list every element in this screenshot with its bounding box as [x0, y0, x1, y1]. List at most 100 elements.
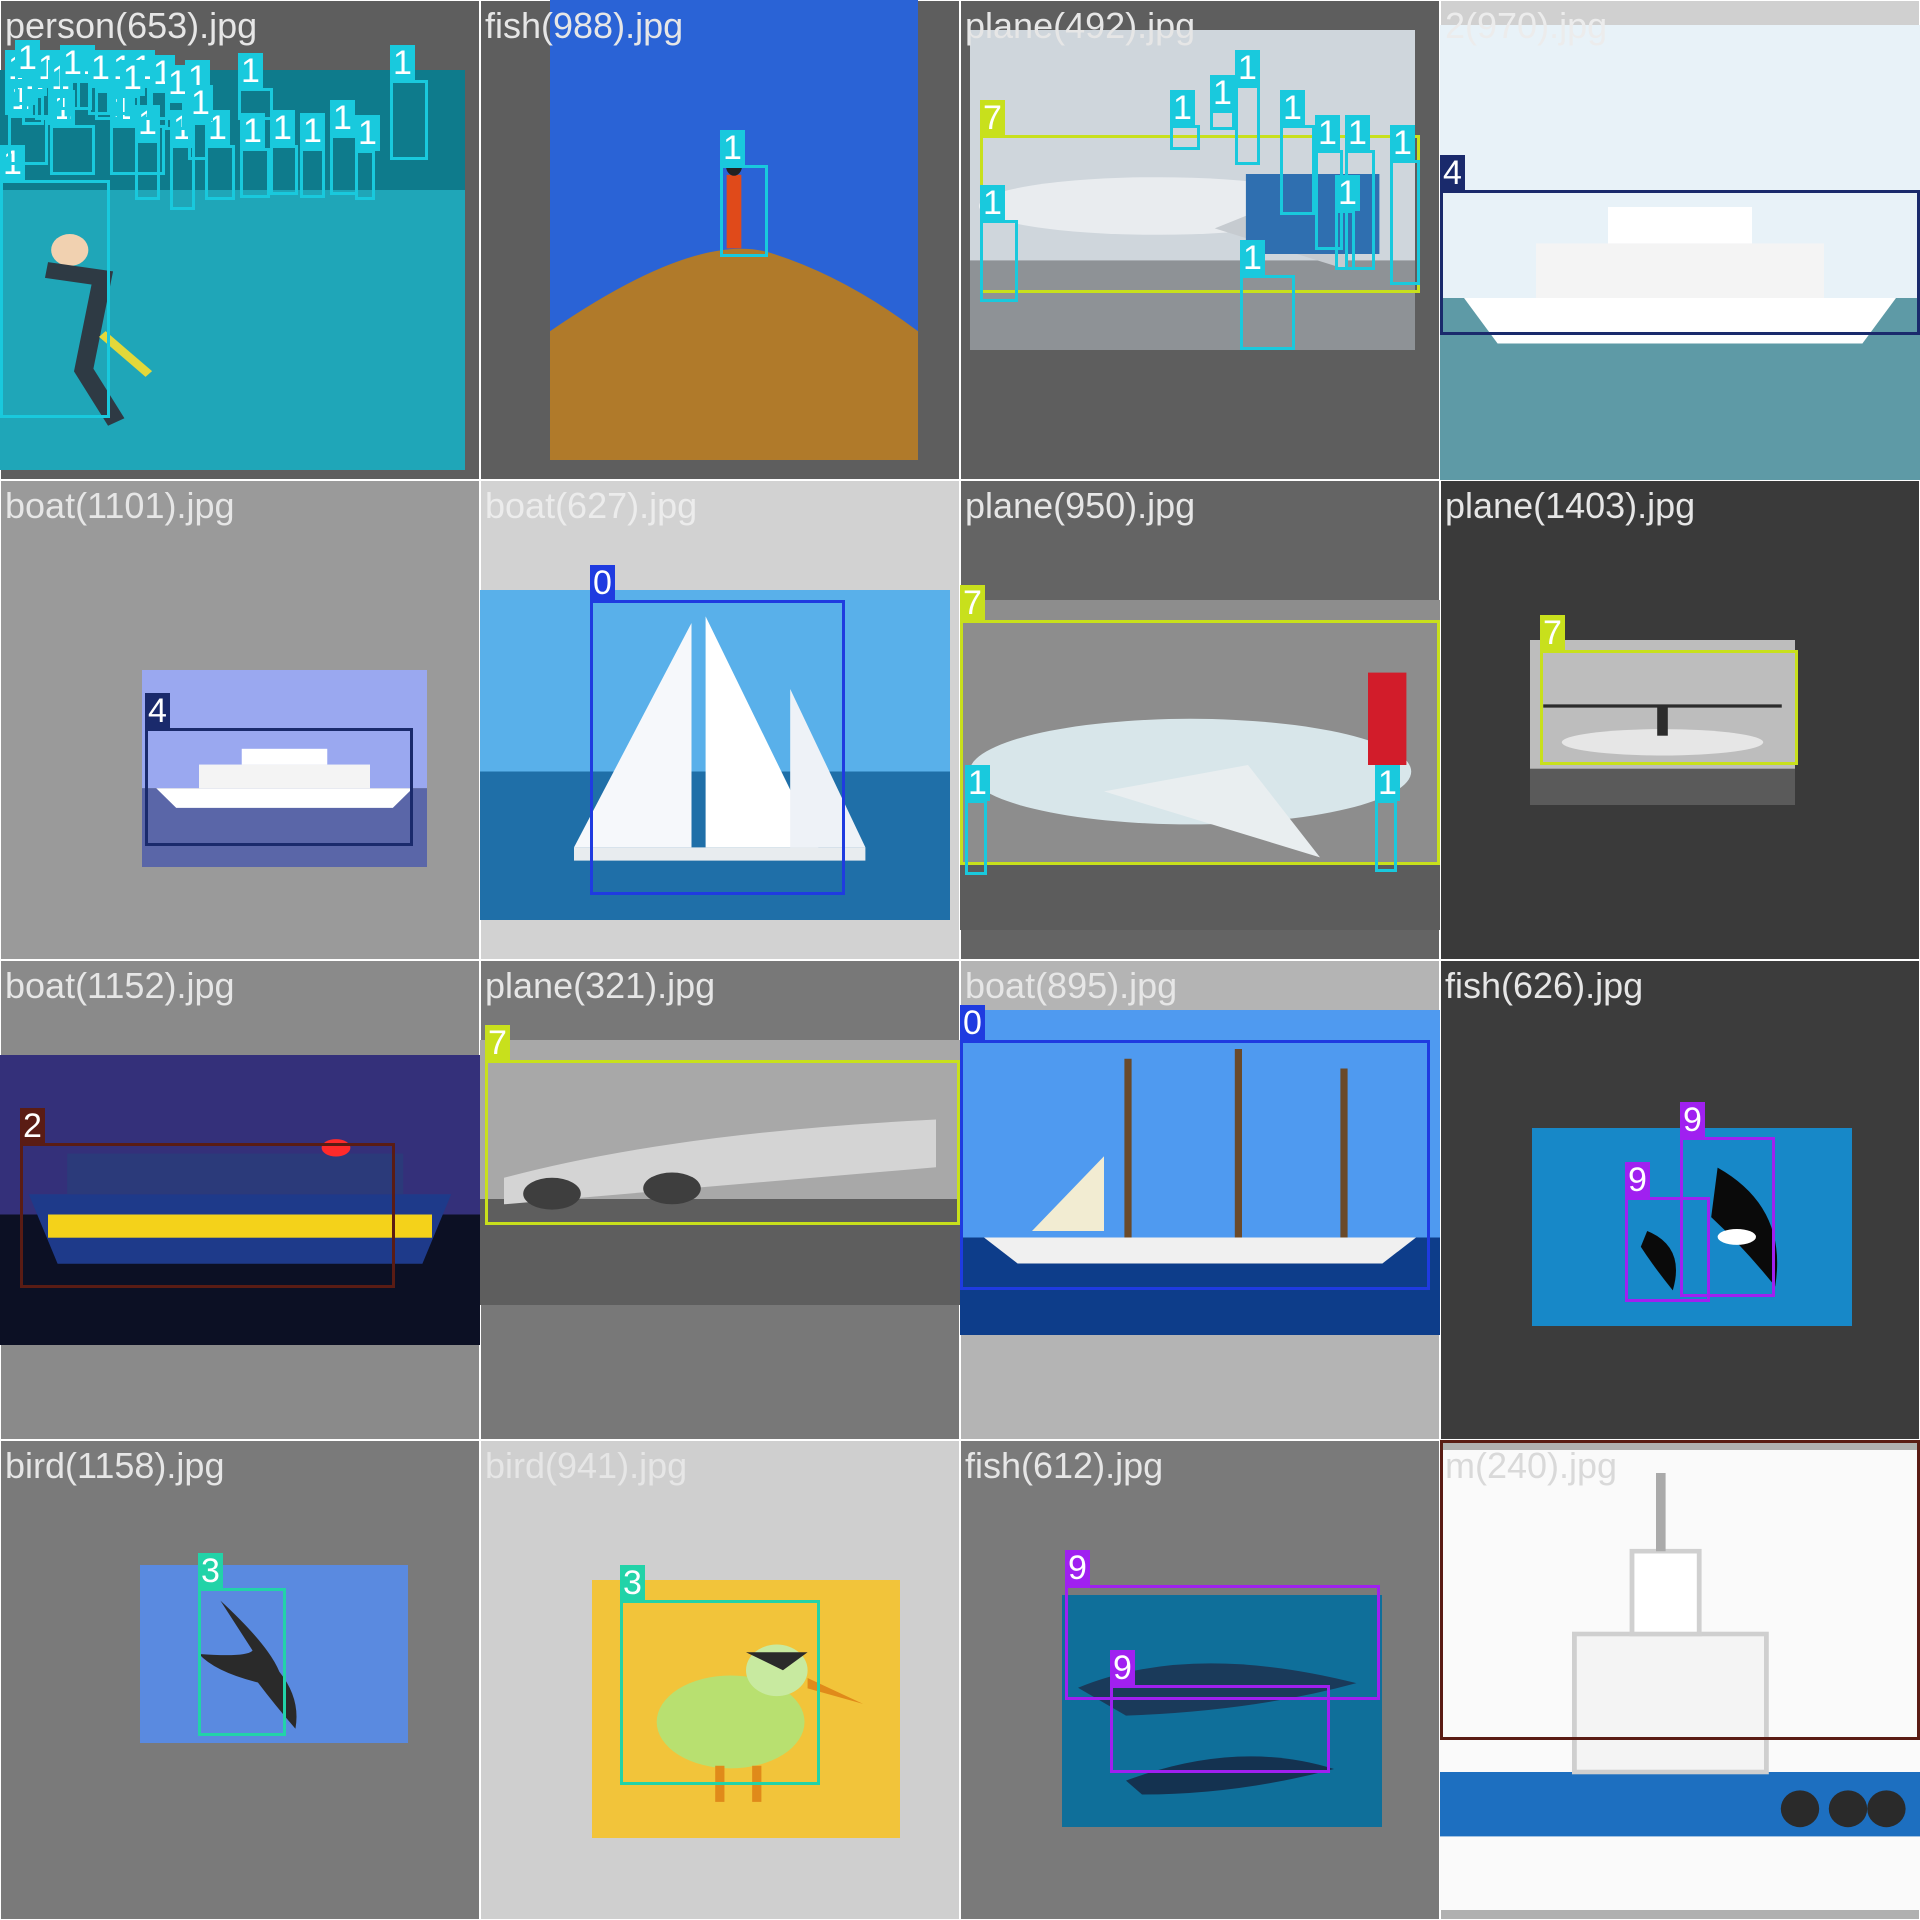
class-label: 4 — [145, 693, 170, 729]
class-label: 2 — [20, 1108, 45, 1144]
detection-box: 1 — [15, 40, 40, 105]
detection-box: 1 — [390, 45, 428, 160]
detection-box: 1 — [1280, 90, 1315, 215]
detection-box: 4 — [145, 693, 413, 846]
detection-box: 3 — [620, 1565, 820, 1785]
detection-box: 1 — [1335, 175, 1360, 270]
class-label: 9 — [1110, 1650, 1135, 1686]
tile: 9 9 fish(612).jpg — [960, 1440, 1440, 1920]
tile: 2 m(240).jpg — [1440, 1440, 1920, 1920]
detection-box: 1 — [330, 100, 358, 195]
filename-label: boat(627).jpg — [485, 485, 698, 526]
class-label: 7 — [1540, 615, 1565, 651]
filename-label: fish(626).jpg — [1445, 965, 1644, 1006]
tile: 4 boat(1101).jpg — [0, 480, 480, 960]
class-label: 1 — [1345, 115, 1370, 151]
class-label: 0 — [960, 1005, 985, 1041]
class-label: 1 — [120, 60, 145, 96]
class-label: 1 — [1170, 90, 1195, 126]
class-label: 1 — [1280, 90, 1305, 126]
filename-label: fish(612).jpg — [965, 1445, 1164, 1486]
class-label: 1 — [720, 130, 745, 166]
filename-label: bird(1158).jpg — [5, 1445, 225, 1486]
class-label: 1 — [965, 765, 990, 801]
filename-label: plane(1403).jpg — [1445, 485, 1696, 526]
tile: 2 boat(1152).jpg — [0, 960, 480, 1440]
tile: 1 fish(988).jpg — [480, 0, 960, 480]
class-label: 1 — [240, 113, 265, 149]
filename-label: plane(321).jpg — [485, 965, 716, 1006]
class-label: 1 — [1235, 50, 1260, 86]
filename-label: plane(492).jpg — [965, 5, 1196, 46]
detection-box: 1 — [50, 90, 95, 175]
detection-box: 7 — [960, 585, 1440, 865]
class-label: 1 — [270, 110, 295, 146]
class-label: 1 — [1375, 765, 1400, 801]
tile: 3 bird(941).jpg — [480, 1440, 960, 1920]
class-label: 1 — [188, 85, 213, 121]
class-label: 9 — [1625, 1162, 1650, 1198]
class-label: 7 — [960, 585, 985, 621]
class-label: 3 — [198, 1553, 223, 1589]
filename-label: bird(941).jpg — [485, 1445, 688, 1486]
tile: 7 1 1 1 1 1 1 1 1 1 1 plane(492).jpg — [960, 0, 1440, 480]
tile: 0 boat(627).jpg — [480, 480, 960, 960]
tile: 9 9 fish(626).jpg — [1440, 960, 1920, 1440]
detection-box: 1 — [980, 185, 1018, 302]
tile: 4 2(970).jpg — [1440, 0, 1920, 480]
detection-box: 1 — [205, 110, 235, 200]
detection-box: 1 — [355, 115, 380, 200]
class-label: 1 — [238, 53, 263, 89]
class-label: 7 — [980, 100, 1005, 136]
class-label: 1 — [1315, 115, 1340, 151]
detection-box: 9 — [1110, 1650, 1330, 1773]
class-label: 1 — [980, 185, 1005, 221]
detection-box: 1 — [120, 60, 145, 125]
detection-box: 7 — [485, 1025, 960, 1225]
detection-box: 1 — [270, 110, 298, 195]
tile: 0 boat(895).jpg — [960, 960, 1440, 1440]
filename-label: m(240).jpg — [1445, 1445, 1618, 1486]
filename-label: plane(950).jpg — [965, 485, 1196, 526]
detection-box: 1 — [188, 85, 213, 160]
detection-box: 4 — [1440, 155, 1920, 335]
detection-box: 0 — [960, 1005, 1430, 1290]
detection-box: 1 — [720, 130, 768, 257]
detection-box: 1 — [1390, 125, 1420, 285]
class-label: 1 — [330, 100, 355, 136]
detection-box: 7 — [1540, 615, 1798, 765]
class-label: 3 — [620, 1565, 645, 1601]
tile: 111111111111111111111111111111person(653… — [0, 0, 480, 480]
filename-label: 2(970).jpg — [1445, 5, 1608, 46]
class-label: 4 — [1440, 155, 1465, 191]
class-label: 9 — [1680, 1102, 1705, 1138]
filename-label: fish(988).jpg — [485, 5, 684, 46]
class-label: 1 — [1390, 125, 1415, 161]
tile: 7 1 1 plane(950).jpg — [960, 480, 1440, 960]
class-label: 9 — [1065, 1550, 1090, 1586]
filename-label: boat(1152).jpg — [5, 965, 235, 1006]
class-label: 7 — [485, 1025, 510, 1061]
class-label: 1 — [355, 115, 380, 151]
filename-label: boat(895).jpg — [965, 965, 1178, 1006]
detection-box: 2 — [20, 1108, 395, 1288]
detection-box: 1 — [1375, 765, 1400, 872]
tile: 7 plane(1403).jpg — [1440, 480, 1920, 960]
detection-box: 1 — [1240, 240, 1295, 350]
class-label: 0 — [590, 565, 615, 601]
tile: 3 bird(1158).jpg — [0, 1440, 480, 1920]
class-label: 1 — [1210, 75, 1235, 111]
detection-box: 1 — [0, 145, 110, 418]
class-label: 1 — [1240, 240, 1265, 276]
detection-box: 1 — [240, 113, 270, 198]
detection-box: 1 — [965, 765, 990, 875]
class-label: 1 — [300, 113, 325, 149]
detection-box: 1 — [1210, 75, 1235, 130]
class-label: 1 — [60, 45, 85, 81]
class-label: 2 — [1440, 1440, 1465, 1441]
detection-box: 1 — [60, 45, 85, 110]
detection-box: 1 — [1170, 90, 1200, 150]
detection-box: 1 — [165, 65, 190, 130]
detection-box: 3 — [198, 1553, 286, 1736]
detection-box: 1 — [135, 105, 160, 200]
